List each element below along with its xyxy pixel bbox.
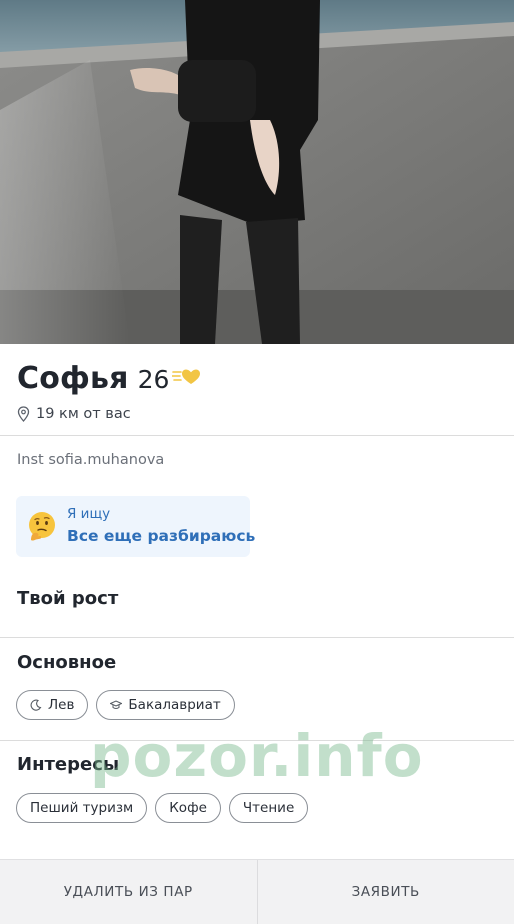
chip-label: Бакалавриат <box>128 697 221 713</box>
chip-label: Пеший туризм <box>30 800 134 816</box>
chip-zodiac: Лев <box>16 690 89 720</box>
profile-age: 26 <box>137 365 170 394</box>
distance-row: 19 км от вас <box>17 404 131 424</box>
height-section-title: Твой рост <box>17 588 119 609</box>
location-pin-icon <box>17 406 30 422</box>
divider <box>0 740 514 741</box>
profile-photo[interactable] <box>0 0 514 344</box>
profile-name-row: Софья 26 <box>17 361 169 401</box>
super-like-heart-icon <box>172 369 200 384</box>
looking-for-value: Все еще разбираюсь <box>67 527 256 545</box>
chip-label: Чтение <box>242 800 295 816</box>
basics-section-title: Основное <box>17 652 117 673</box>
profile-name: Софья <box>17 361 129 396</box>
watermark: pozor.info <box>90 722 424 790</box>
interests-section-title: Интересы <box>17 754 120 775</box>
chip-interest: Кофе <box>155 793 221 823</box>
divider <box>0 435 514 436</box>
chip-interest: Чтение <box>228 793 309 823</box>
interests-chips: Пеший туризм Кофе Чтение <box>16 793 309 823</box>
divider <box>0 637 514 638</box>
basics-chips: Лев Бакалавриат <box>16 690 235 720</box>
bio-text: Inst sofia.muhanova <box>17 452 165 468</box>
photo-image <box>0 0 514 344</box>
thinking-face-icon <box>29 512 55 541</box>
chip-label: Кофе <box>169 800 207 816</box>
chip-education: Бакалавриат <box>96 690 235 720</box>
looking-for-card: Я ищу Все еще разбираюсь <box>16 496 255 557</box>
chip-label: Лев <box>48 697 75 713</box>
remove-match-button[interactable]: УДАЛИТЬ ИЗ ПАР <box>0 860 257 924</box>
graduation-cap-icon <box>110 700 123 709</box>
bottom-action-bar: УДАЛИТЬ ИЗ ПАР ЗАЯВИТЬ <box>0 859 514 924</box>
distance-text: 19 км от вас <box>36 406 131 422</box>
report-button[interactable]: ЗАЯВИТЬ <box>258 860 514 924</box>
chip-interest: Пеший туризм <box>16 793 148 823</box>
moon-icon <box>30 699 42 711</box>
looking-for-label: Я ищу <box>67 506 111 522</box>
